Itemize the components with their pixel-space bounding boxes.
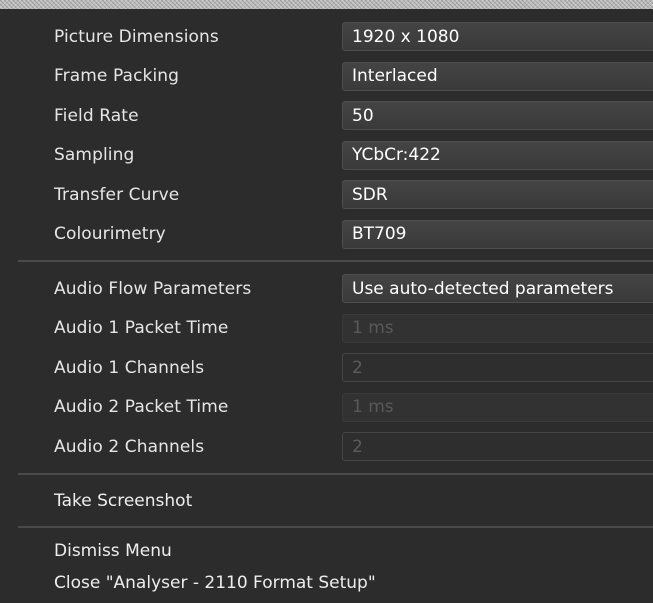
audio-1-channels-value: 2 <box>352 357 363 378</box>
audio-2-channels-row: Audio 2 Channels 2 <box>54 427 653 467</box>
window-title-strip <box>0 0 653 9</box>
picture-dimensions-row: Picture Dimensions 1920 x 1080 <box>54 17 653 57</box>
field-rate-label: Field Rate <box>54 105 139 126</box>
audio-1-packet-time-value: 1 ms <box>352 318 394 339</box>
picture-dimensions-label: Picture Dimensions <box>54 26 219 47</box>
frame-packing-label: Frame Packing <box>54 66 180 87</box>
audio-1-channels-label: Audio 1 Channels <box>54 357 205 378</box>
field-rate-dropdown[interactable]: 50 <box>342 101 653 131</box>
sampling-value: YCbCr:422 <box>352 145 441 166</box>
audio-settings-section: Audio Flow Parameters Use auto-detected … <box>0 269 653 467</box>
sampling-dropdown[interactable]: YCbCr:422 <box>342 140 653 170</box>
audio-1-packet-time-label: Audio 1 Packet Time <box>54 318 229 339</box>
colourimetry-dropdown[interactable]: BT709 <box>342 219 653 249</box>
audio-1-channels-row: Audio 1 Channels 2 <box>54 348 653 388</box>
audio-2-channels-value: 2 <box>352 436 363 457</box>
colourimetry-label: Colourimetry <box>54 224 166 245</box>
audio-2-packet-time-dropdown[interactable]: 1 ms <box>342 392 653 422</box>
sampling-row: Sampling YCbCr:422 <box>54 136 653 176</box>
transfer-curve-dropdown[interactable]: SDR <box>342 180 653 210</box>
transfer-curve-value: SDR <box>352 184 388 205</box>
section-divider <box>18 525 653 528</box>
audio-2-packet-time-row: Audio 2 Packet Time 1 ms <box>54 388 653 428</box>
picture-dimensions-dropdown[interactable]: 1920 x 1080 <box>342 22 653 52</box>
field-rate-value: 50 <box>352 105 374 126</box>
field-rate-row: Field Rate 50 <box>54 96 653 136</box>
audio-2-channels-label: Audio 2 Channels <box>54 436 205 457</box>
transfer-curve-row: Transfer Curve SDR <box>54 175 653 215</box>
colourimetry-value: BT709 <box>352 224 407 245</box>
picture-dimensions-value: 1920 x 1080 <box>352 26 460 47</box>
section-divider <box>18 472 653 475</box>
audio-1-channels-stepper[interactable]: 2 <box>342 353 653 383</box>
dismiss-menu-item[interactable]: Dismiss Menu <box>0 535 653 567</box>
audio-flow-parameters-dropdown[interactable]: Use auto-detected parameters <box>342 274 653 304</box>
audio-flow-parameters-row: Audio Flow Parameters Use auto-detected … <box>54 269 653 309</box>
frame-packing-dropdown[interactable]: Interlaced <box>342 61 653 91</box>
frame-packing-value: Interlaced <box>352 66 438 87</box>
sampling-label: Sampling <box>54 145 135 166</box>
audio-2-channels-stepper[interactable]: 2 <box>342 432 653 462</box>
frame-packing-row: Frame Packing Interlaced <box>54 57 653 97</box>
audio-2-packet-time-label: Audio 2 Packet Time <box>54 397 229 418</box>
transfer-curve-label: Transfer Curve <box>54 184 180 205</box>
audio-2-packet-time-value: 1 ms <box>352 397 394 418</box>
format-setup-menu: Picture Dimensions 1920 x 1080 Frame Pac… <box>0 0 653 603</box>
video-settings-section: Picture Dimensions 1920 x 1080 Frame Pac… <box>0 9 653 254</box>
audio-1-packet-time-row: Audio 1 Packet Time 1 ms <box>54 309 653 349</box>
audio-flow-parameters-value: Use auto-detected parameters <box>352 278 614 299</box>
take-screenshot-menu-item[interactable]: Take Screenshot <box>0 482 653 520</box>
audio-flow-parameters-label: Audio Flow Parameters <box>54 278 252 299</box>
colourimetry-row: Colourimetry BT709 <box>54 215 653 255</box>
audio-1-packet-time-dropdown[interactable]: 1 ms <box>342 313 653 343</box>
section-divider <box>18 260 653 262</box>
close-window-menu-item[interactable]: Close "Analyser - 2110 Format Setup" <box>0 567 653 599</box>
